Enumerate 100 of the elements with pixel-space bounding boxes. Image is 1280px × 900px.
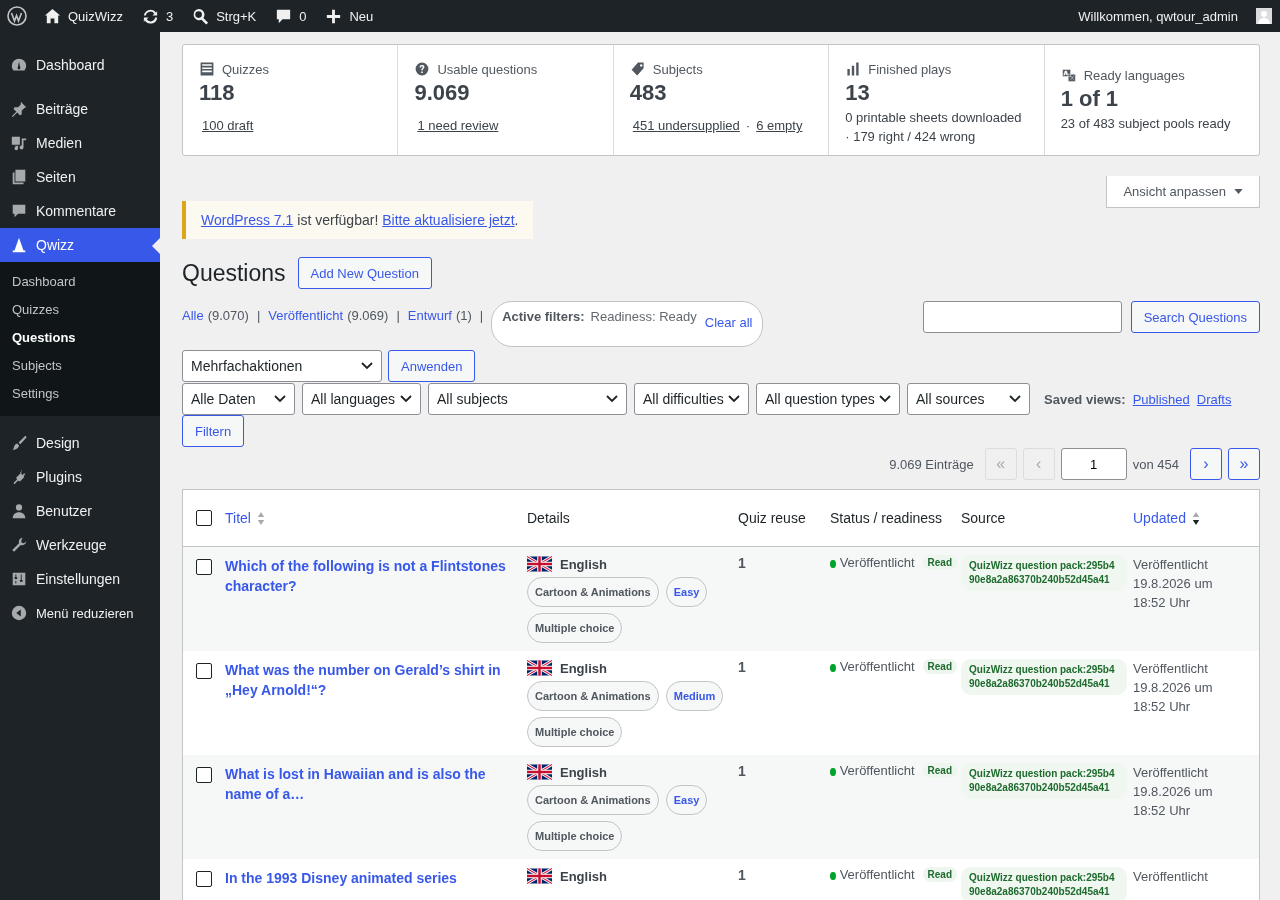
chevron-icon: [1009, 395, 1021, 403]
account-link[interactable]: Willkommen, qwtour_admin: [1078, 8, 1238, 24]
sidebar-item[interactable]: Dashboard: [0, 48, 160, 82]
stat-link[interactable]: 100 draft: [202, 118, 254, 133]
column-header[interactable]: Titel: [225, 510, 251, 526]
stat-note: 0 printable sheets downloaded: [845, 109, 1023, 127]
add-new-button[interactable]: Add New Question: [297, 257, 432, 289]
stat-link[interactable]: 451 undersupplied: [632, 118, 740, 133]
admin-bar-item[interactable]: Neu: [324, 6, 374, 26]
filter-button[interactable]: Filtern: [182, 415, 245, 447]
readiness-tag: Read: [922, 867, 957, 882]
clear-all-link[interactable]: Clear all: [704, 315, 753, 330]
cone-icon: [10, 236, 28, 254]
page-button[interactable]: ›: [1190, 448, 1222, 480]
saved-view-link[interactable]: Published: [1132, 391, 1190, 407]
view-link[interactable]: Entwurf: [407, 308, 452, 323]
bulk-actions-select[interactable]: Mehrfachaktionen: [182, 350, 382, 382]
stat-link[interactable]: 1 need review: [417, 118, 499, 133]
version-link[interactable]: WordPress 7.1: [201, 212, 294, 228]
submenu-item[interactable]: Settings: [0, 380, 160, 408]
sidebar-item[interactable]: Kommentare: [0, 194, 160, 228]
translate-icon: [1060, 67, 1077, 83]
user-icon: [10, 502, 28, 520]
subject-tag: Cartoon & Animations: [527, 681, 659, 711]
update-link[interactable]: Bitte aktualisiere jetzt: [382, 212, 515, 228]
column-header: Source: [961, 510, 1006, 526]
question-title-link[interactable]: What was the number on Gerald’s shirt in „Hey Arnold!“?: [225, 659, 515, 700]
sidebar-item[interactable]: Einstellungen: [0, 562, 160, 596]
question-title-link[interactable]: What is lost in Hawaiian and is also the name of a…: [225, 763, 515, 804]
stat-note: 23 of 483 subject pools ready: [1060, 115, 1232, 133]
apply-button[interactable]: Anwenden: [388, 350, 476, 382]
page-field[interactable]: 1: [1060, 448, 1127, 480]
sidebar-item[interactable]: Werkzeuge: [0, 528, 160, 562]
language-label: English: [560, 660, 607, 676]
sidebar-item[interactable]: Design: [0, 426, 160, 460]
media-icon: [10, 134, 28, 152]
submenu-item[interactable]: Questions: [0, 324, 160, 352]
stat-value: 9.069: [414, 80, 471, 106]
submenu-item[interactable]: Dashboard: [0, 268, 160, 296]
page-title: Questions: [182, 259, 286, 287]
view-link[interactable]: Alle: [182, 308, 204, 323]
question-type-tag: Multiple choice: [527, 613, 623, 643]
sidebar-item[interactable]: Benutzer: [0, 494, 160, 528]
notice-period: .: [514, 212, 519, 228]
submenu-item[interactable]: Quizzes: [0, 296, 160, 324]
stat-value: 1 of 1: [1060, 86, 1120, 112]
admin-bar-item[interactable]: QuizWizz: [43, 6, 123, 26]
chevron-icon: [361, 362, 373, 370]
filter-select[interactable]: All question types: [756, 383, 900, 415]
view-link[interactable]: Veröffentlicht: [268, 308, 344, 323]
question-title-link[interactable]: Which of the following is not a Flintstones character?: [225, 555, 515, 596]
quiz-reuse-count: 1: [738, 763, 746, 779]
search-icon: [191, 6, 211, 26]
search-field[interactable]: [922, 301, 1122, 333]
saved-view-link[interactable]: Drafts: [1196, 391, 1232, 407]
status-text: Veröffentlicht: [839, 659, 915, 674]
sidebar-item[interactable]: Medien: [0, 126, 160, 160]
active-filter-value: Readiness: Ready: [590, 309, 697, 326]
filter-select[interactable]: Alle Daten: [182, 383, 295, 415]
row-checkbox[interactable]: [196, 767, 212, 783]
updated-text: 18:52 Uhr: [1133, 594, 1192, 612]
filter-select[interactable]: All difficulties: [634, 383, 749, 415]
screen-options-button[interactable]: Ansicht anpassen: [1106, 176, 1260, 208]
question-title-link[interactable]: In the 1993 Disney animated series: [225, 867, 515, 888]
question-icon: [414, 61, 431, 77]
row-checkbox[interactable]: [196, 663, 212, 679]
language-label: English: [560, 764, 607, 780]
difficulty-tag: Easy: [665, 577, 708, 607]
sidebar-item[interactable]: Plugins: [0, 460, 160, 494]
column-header: Quiz reuse: [738, 510, 806, 526]
admin-bar-item[interactable]: 3: [140, 6, 174, 26]
page-button[interactable]: »: [1228, 448, 1260, 480]
admin-bar-item[interactable]: Strg+K: [191, 6, 257, 26]
sidebar-item[interactable]: Qwizz: [0, 228, 160, 262]
filter-select[interactable]: All languages: [302, 383, 421, 415]
readiness-tag: Read: [922, 763, 957, 778]
brush-icon: [10, 434, 28, 452]
chevron-icon: [274, 395, 286, 403]
row-checkbox[interactable]: [196, 559, 212, 575]
collapse-menu-button[interactable]: Menü reduzieren: [0, 596, 160, 630]
stat-link[interactable]: 6 empty: [756, 118, 803, 133]
column-header: Details: [527, 510, 570, 526]
submenu-item[interactable]: Subjects: [0, 352, 160, 380]
sidebar-item[interactable]: Beiträge: [0, 92, 160, 126]
quiz-reuse-count: 1: [738, 867, 746, 883]
select-all-checkbox[interactable]: [196, 510, 212, 526]
updated-text: 18:52 Uhr: [1133, 698, 1192, 716]
source-tag: QuizWizz question pack:295b490e8a2a86370b240b52d45a41: [961, 867, 1127, 900]
admin-bar-item[interactable]: 0: [274, 6, 307, 26]
filter-select[interactable]: All sources: [907, 383, 1030, 415]
column-header[interactable]: Updated: [1133, 510, 1186, 526]
sidebar-item[interactable]: Seiten: [0, 160, 160, 194]
filter-select[interactable]: All subjects: [428, 383, 627, 415]
sort-icon[interactable]: [1191, 510, 1200, 526]
wordpress-logo-icon[interactable]: [7, 6, 27, 26]
language-label: English: [560, 556, 607, 572]
row-checkbox[interactable]: [196, 871, 212, 887]
search-button[interactable]: Search Questions: [1130, 301, 1260, 333]
quiz-reuse-count: 1: [738, 659, 746, 675]
collapse-icon: [10, 604, 28, 622]
